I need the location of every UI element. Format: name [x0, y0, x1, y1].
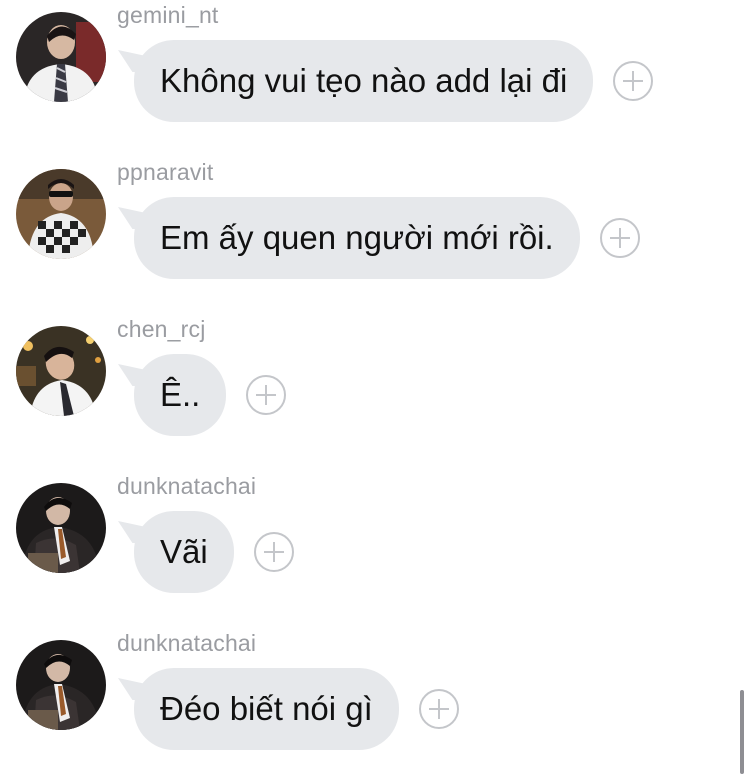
message-text: Không vui tẹo nào add lại đi	[160, 62, 568, 99]
message-text: Vãi	[160, 533, 208, 570]
message-bubble[interactable]: Không vui tẹo nào add lại đi	[134, 40, 594, 122]
message-thread[interactable]: gemini_nt Không vui tẹo nào add lại đi p…	[0, 0, 750, 778]
avatar[interactable]	[16, 483, 106, 573]
message-row: gemini_nt Không vui tẹo nào add lại đi	[0, 0, 750, 157]
message-text: Ê..	[160, 376, 201, 413]
message-text: Đéo biết nói gì	[160, 690, 373, 727]
scrollbar[interactable]	[740, 690, 744, 774]
message-text: Em ấy quen người mới rồi.	[160, 219, 554, 256]
add-reaction-icon[interactable]	[418, 689, 459, 729]
username[interactable]: dunknatachai	[117, 630, 256, 657]
avatar-image	[16, 483, 106, 573]
message-row: chen_rcj Ê..	[0, 314, 750, 471]
message-bubble[interactable]: Em ấy quen người mới rồi.	[134, 197, 580, 279]
add-reaction-icon[interactable]	[253, 532, 294, 572]
message-row: dunknatachai Vãi	[0, 471, 750, 628]
avatar-image	[16, 326, 106, 416]
avatar[interactable]	[16, 640, 106, 730]
avatar-image	[16, 640, 106, 730]
username[interactable]: dunknatachai	[117, 473, 256, 500]
username[interactable]: gemini_nt	[117, 2, 219, 29]
username[interactable]: ppnaravit	[117, 159, 213, 186]
avatar[interactable]	[16, 169, 106, 259]
message-bubble[interactable]: Ê..	[134, 354, 227, 436]
avatar-image	[16, 169, 106, 259]
avatar-image	[16, 12, 106, 102]
add-reaction-icon[interactable]	[613, 61, 654, 101]
message-row: dunknatachai Đéo biết nói gì	[0, 628, 750, 778]
message-row: ppnaravit Em ấy quen người mới rồi.	[0, 157, 750, 314]
username[interactable]: chen_rcj	[117, 316, 206, 343]
message-bubble[interactable]: Vãi	[134, 511, 234, 593]
add-reaction-icon[interactable]	[599, 218, 640, 258]
avatar[interactable]	[16, 12, 106, 102]
message-bubble[interactable]: Đéo biết nói gì	[134, 668, 399, 750]
add-reaction-icon[interactable]	[246, 375, 287, 415]
avatar[interactable]	[16, 326, 106, 416]
